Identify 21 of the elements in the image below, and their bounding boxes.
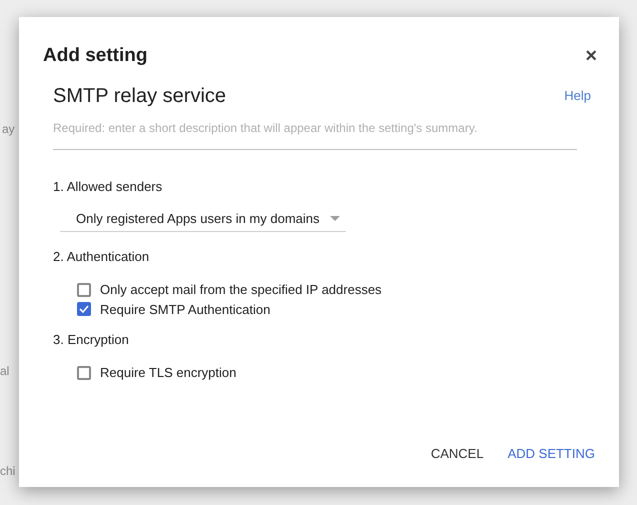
description-field[interactable]: Required: enter a short description that will appear within the setting's summary. <box>53 117 577 150</box>
dialog-title: Add setting <box>43 44 148 68</box>
section-label: 3. Encryption <box>53 331 130 349</box>
background-text: al <box>0 363 10 380</box>
section-label: 1. Allowed senders <box>53 178 164 196</box>
caret-icon <box>330 216 340 221</box>
allowed-senders-dropdown[interactable]: Only registered Apps users in my domains <box>60 206 346 232</box>
section-label: 2. Authentication <box>53 248 150 266</box>
close-button[interactable]: × <box>585 46 597 66</box>
checkbox-label: Only accept mail from the specified IP addresses <box>100 281 382 299</box>
checkbox[interactable] <box>77 302 91 316</box>
checkbox-label: Require SMTP Authentication <box>100 300 270 319</box>
background-text: chi <box>0 463 16 480</box>
background-text: ay <box>2 121 15 138</box>
checkbox-label: Require TLS encryption <box>100 364 236 382</box>
cancel-button[interactable]: CANCEL <box>430 444 484 463</box>
setting-name: SMTP relay service <box>53 84 226 109</box>
checkbox[interactable] <box>77 366 91 380</box>
add-setting-button[interactable]: ADD SETTING <box>508 444 595 463</box>
help-link[interactable]: Help <box>564 86 591 106</box>
checkbox[interactable] <box>77 282 91 297</box>
